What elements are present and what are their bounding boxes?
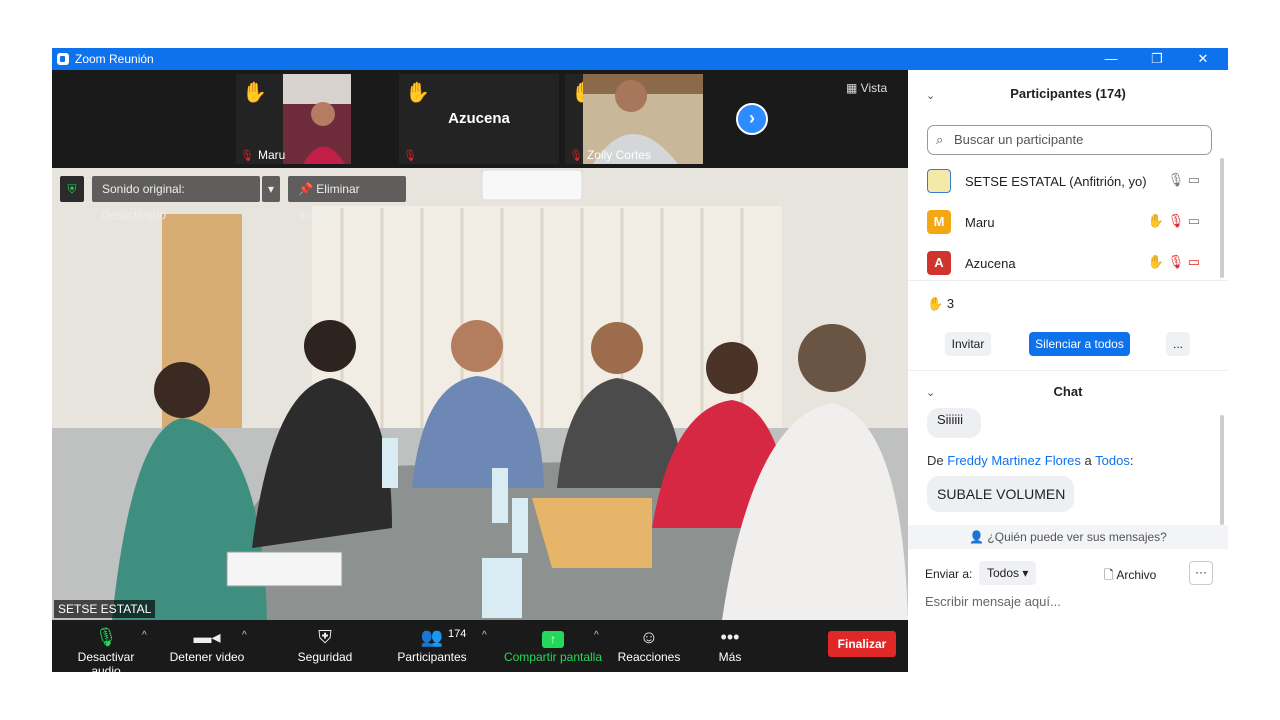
unpin-button[interactable]: 📌 Eliminar anclaje	[288, 176, 406, 222]
scrollbar[interactable]	[1220, 158, 1224, 278]
view-button[interactable]: ▦ Vista	[846, 81, 887, 95]
participant-search-input[interactable]: ⌕ Buscar un participante	[927, 125, 1212, 155]
minimize-button[interactable]: —	[1088, 48, 1134, 70]
participant-video	[283, 74, 351, 164]
avatar: A	[927, 251, 951, 275]
file-icon: 🗋	[1104, 568, 1114, 582]
participant-name: Azucena	[965, 256, 1016, 271]
microphone-icon: 🎙	[94, 627, 118, 647]
participant-row[interactable]: M Maru ✋ 🎙 ▭	[908, 204, 1208, 244]
chevron-down-icon[interactable]: ▾	[262, 176, 280, 202]
participant-row[interactable]: SETSE ESTATAL (Anfitrión, yo) 🎙 ▭	[908, 163, 1208, 203]
user-lock-icon: 👤	[969, 530, 985, 544]
mute-button[interactable]: 🎙 Desactivar audio ^	[62, 624, 150, 678]
mute-all-button[interactable]: Silenciar a todos	[1029, 332, 1130, 356]
hand-mic-camera-icons: ✋ 🎙 ▭	[1147, 213, 1200, 228]
file-button[interactable]: 🗋 Archivo	[1104, 566, 1156, 587]
original-sound-button[interactable]: Sonido original: desactivado	[92, 176, 260, 222]
search-icon: ⌕	[936, 132, 944, 147]
side-panel: ⌄ Participantes (174) ⌕ Buscar un partic…	[908, 70, 1228, 672]
chat-privacy-link[interactable]: 👤 ¿Quién puede ver sus mensajes?	[908, 525, 1228, 549]
chevron-up-icon[interactable]: ^	[242, 630, 247, 641]
mic-camera-icons: 🎙 ▭	[1167, 172, 1200, 187]
thumbnail-strip: ✋ 🎙Maru ✋ Azucena 🎙 ✋	[52, 70, 908, 168]
chat-more-button[interactable]: ···	[1189, 561, 1213, 585]
raised-hand-icon: ✋	[242, 82, 267, 104]
chat-message: SUBALE VOLUMEN	[927, 476, 1074, 512]
title-bar: Zoom Reunión — ❐ ✕	[52, 48, 1228, 70]
video-stage: ✋ 🎙Maru ✋ Azucena 🎙 ✋	[52, 70, 908, 678]
smiley-icon: ☺	[639, 627, 659, 647]
stop-video-button[interactable]: ▬◂ Detener video ^	[166, 624, 248, 664]
participant-tile-azucena[interactable]: ✋ Azucena 🎙	[399, 74, 559, 164]
participants-title: Participantes (174)	[1010, 86, 1126, 101]
next-page-button[interactable]: ›	[736, 103, 768, 135]
avatar	[927, 169, 951, 193]
participant-row[interactable]: A Azucena ✋ 🎙 ▭	[908, 245, 1208, 285]
shield-icon: ⛨	[60, 176, 84, 202]
muted-mic-icon: 🎙	[403, 150, 417, 162]
chevron-up-icon[interactable]: ^	[142, 630, 147, 641]
security-button[interactable]: ⛨ Seguridad	[290, 624, 360, 664]
main-video: ⛨ Sonido original: desactivado ▾ 📌 Elimi…	[52, 168, 908, 620]
end-meeting-button[interactable]: Finalizar	[828, 631, 896, 657]
chevron-up-icon[interactable]: ^	[594, 630, 599, 641]
video-camera-icon: ▬◂	[193, 627, 221, 647]
zoom-app-icon	[57, 53, 69, 65]
meeting-room-video	[52, 168, 908, 620]
tile-name: 🎙 Maru	[240, 148, 286, 162]
zoom-window: Zoom Reunión — ❐ ✕ ✋ 🎙Maru ✋ Azucena 🎙	[52, 48, 1228, 678]
reactions-button[interactable]: ☺ Reacciones	[616, 624, 682, 664]
invite-button[interactable]: Invitar	[945, 332, 991, 356]
participant-name: Maru	[965, 215, 995, 230]
sender-name-link[interactable]: Freddy Martinez Flores	[947, 453, 1081, 468]
recipient-dropdown[interactable]: Todos ▾	[979, 561, 1037, 585]
chat-message: Siiiiii	[927, 408, 981, 438]
scrollbar[interactable]	[1220, 415, 1224, 525]
send-to-label: Enviar a:	[925, 567, 973, 581]
ellipsis-icon: •••	[720, 627, 740, 647]
chat-title: Chat	[1053, 384, 1083, 399]
share-screen-icon: ↑	[500, 624, 606, 650]
chat-sender-line: De Freddy Martinez Flores a Todos:	[927, 453, 1134, 468]
tile-name: 🎙 Zoily Cortes	[569, 148, 651, 162]
shield-icon: ⛨	[318, 627, 332, 647]
chat-input[interactable]: Escribir mensaje aquí...	[925, 594, 1061, 609]
chevron-down-icon: ▾	[1022, 566, 1029, 580]
window-title: Zoom Reunión	[75, 52, 154, 66]
close-button[interactable]: ✕	[1180, 48, 1226, 70]
tile-name: Azucena	[448, 110, 510, 127]
chevron-up-icon[interactable]: ^	[482, 630, 487, 641]
more-options-button[interactable]: ...	[1166, 332, 1190, 356]
participants-count: 174	[448, 628, 467, 640]
participant-name: SETSE ESTATAL (Anfitrión, yo)	[965, 174, 1147, 189]
meeting-toolbar: 🎙 Desactivar audio ^ ▬◂ Detener video ^ …	[52, 620, 908, 678]
participant-tile-maru[interactable]: ✋ 🎙 Maru	[236, 74, 351, 164]
participant-tile-zoily[interactable]: ✋ 🎙Zoily Cortes	[565, 74, 703, 164]
share-screen-button[interactable]: ↑ Compartir pantalla ^	[500, 624, 606, 664]
recipient-link[interactable]: Todos	[1095, 453, 1130, 468]
restore-button[interactable]: ❐	[1134, 48, 1180, 70]
speaker-name: SETSE ESTATAL	[54, 600, 156, 618]
hand-mic-camera-icons: ✋ 🎙 ▭	[1147, 254, 1200, 269]
raised-hands-count: ✋ 3	[927, 296, 955, 311]
participants-button[interactable]: 👥 Participantes 174 ^	[392, 624, 486, 664]
raised-hand-icon: ✋	[405, 82, 430, 104]
more-button[interactable]: ••• Más	[708, 624, 752, 664]
avatar: M	[927, 210, 951, 234]
